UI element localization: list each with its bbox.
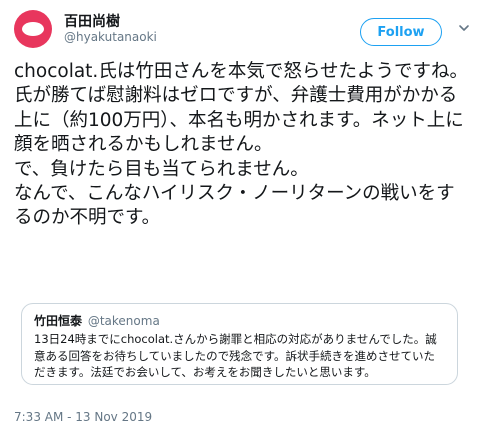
tweet-header: 百田尚樹 @hyakutanaoki Follow [14, 8, 469, 54]
quoted-tweet-text: 13日24時までにchocolat.さんから謝罪と相応の対応がありませんでした。… [34, 332, 437, 379]
quoted-tweet-header: 竹田恒泰 @takenoma [34, 312, 445, 329]
quoted-author-name: 竹田恒泰 [34, 314, 83, 328]
author-name[interactable]: 百田尚樹 [64, 11, 120, 31]
quoted-author-handle: @takenoma [87, 314, 160, 328]
tweet-timestamp[interactable]: 7:33 AM - 13 Nov 2019 [14, 410, 152, 424]
avatar-logo [22, 22, 44, 36]
quoted-tweet[interactable]: 竹田恒泰 @takenoma 13日24時までにchocolat.さんから謝罪と… [21, 303, 458, 385]
tweet-text: chocolat.氏は竹田さんを本気で怒らせたようですね。 氏が勝てば慰謝料はゼ… [14, 61, 468, 229]
chevron-down-icon[interactable] [458, 22, 470, 34]
follow-button[interactable]: Follow [360, 18, 442, 46]
avatar[interactable] [14, 10, 52, 48]
author-handle[interactable]: @hyakutanaoki [64, 30, 157, 44]
